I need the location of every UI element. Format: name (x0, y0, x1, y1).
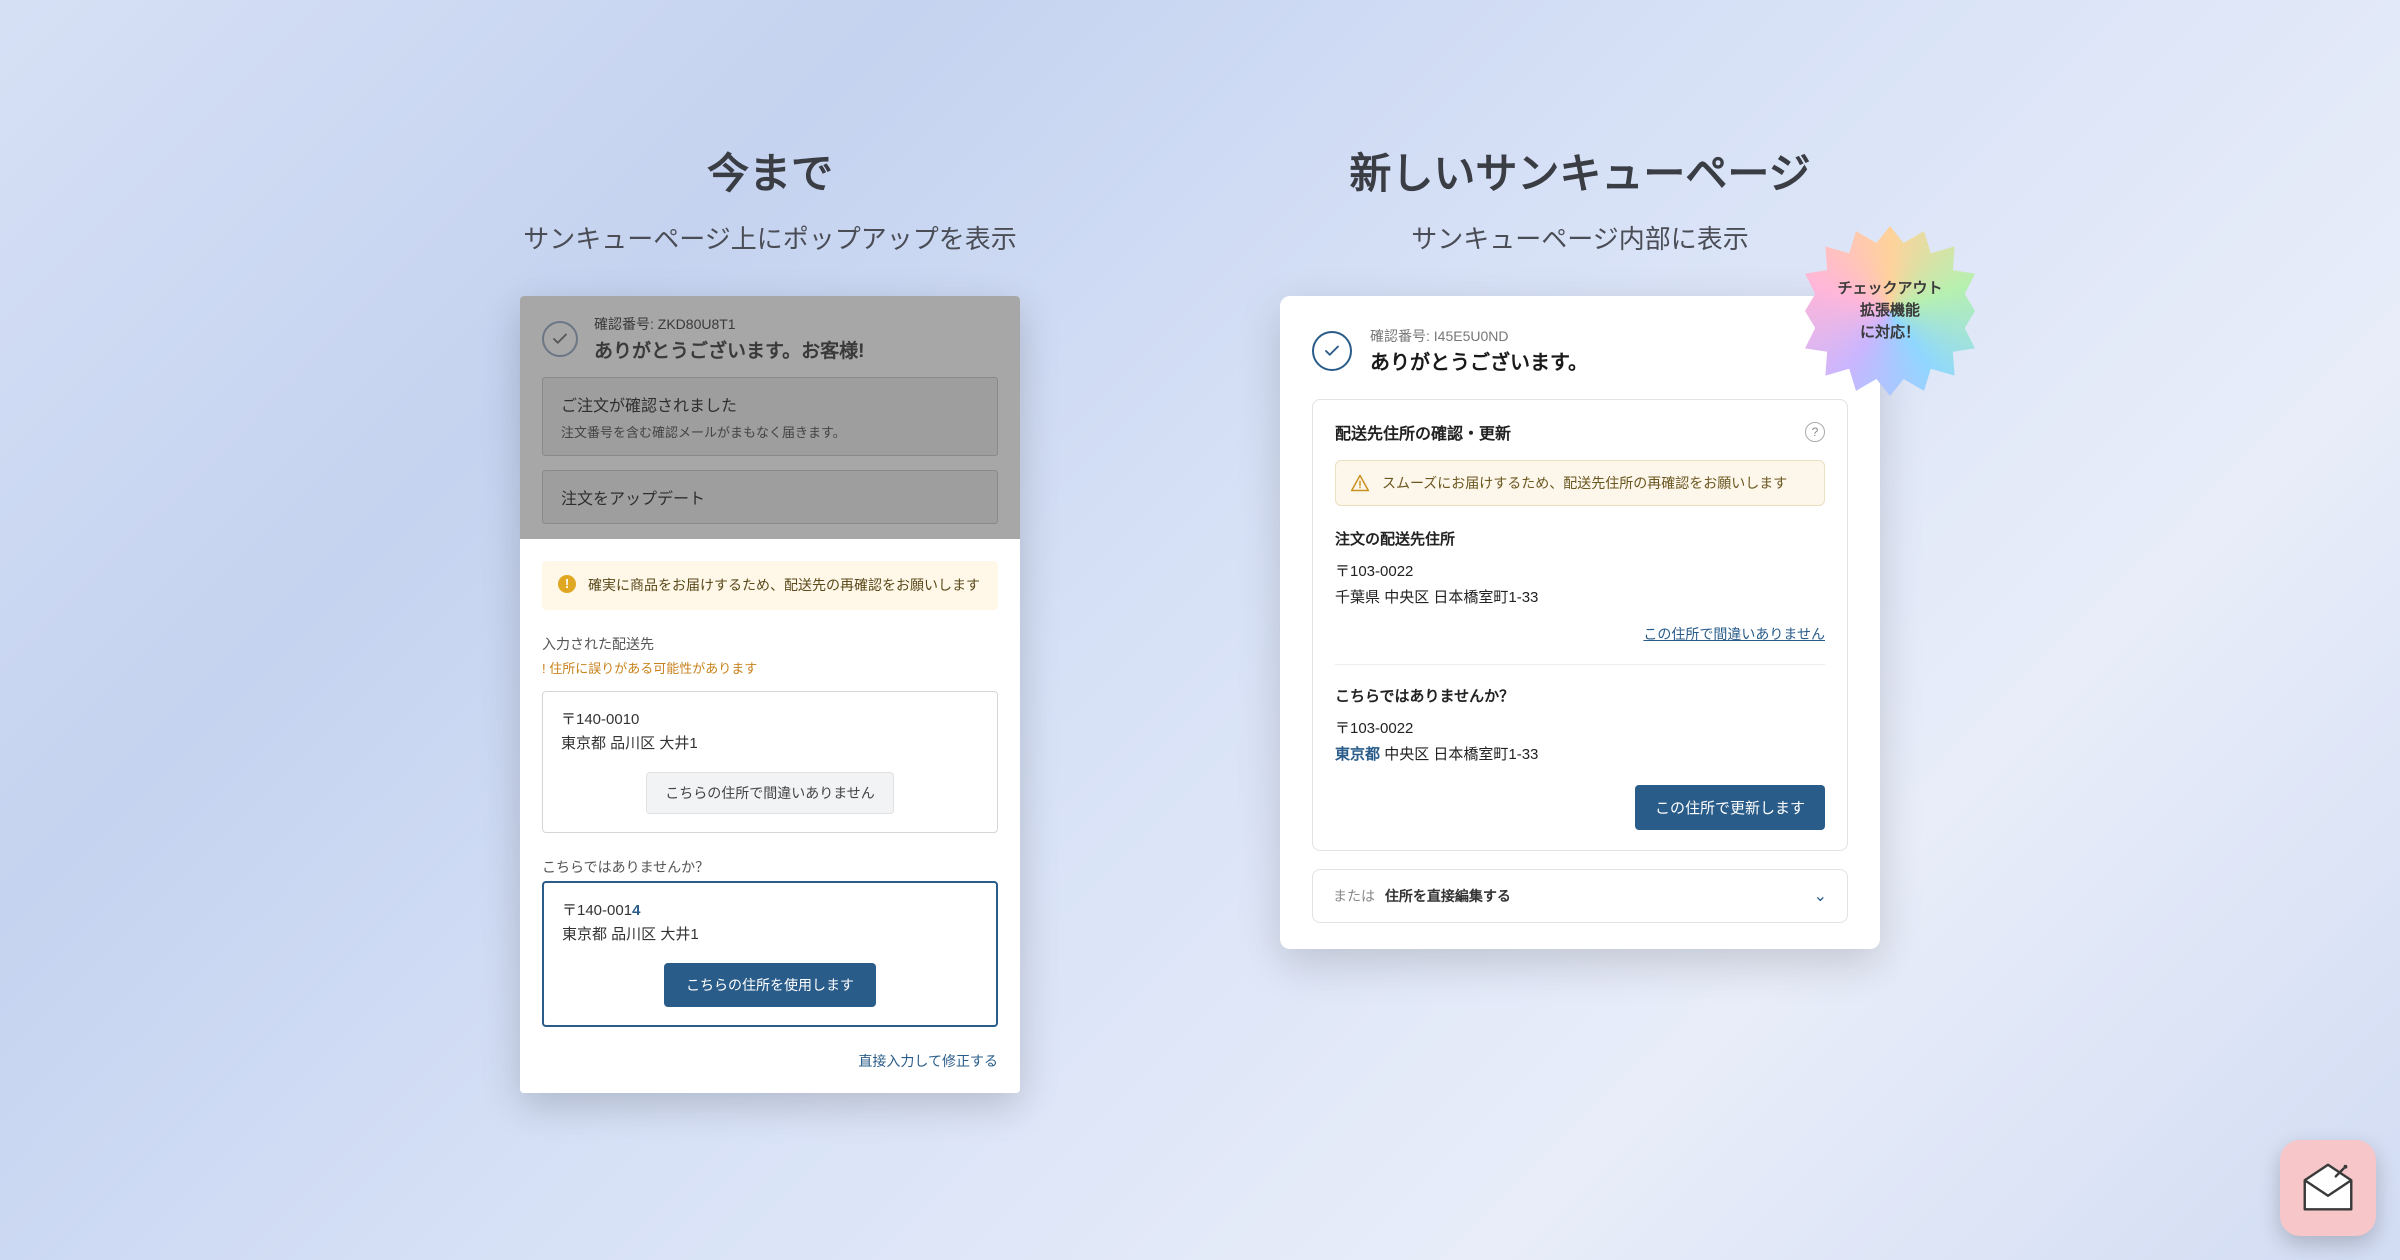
update-to-this-address-button[interactable]: この住所で更新します (1635, 785, 1825, 830)
order-postal: 〒103-0022 (1335, 559, 1825, 585)
suggested-address-box: 〒140-0014 東京都 品川区 大井1 こちらの住所を使用します (542, 881, 998, 1027)
legacy-card-dimmed-area: 確認番号: ZKD80U8T1 ありがとうございます。お客様! ご注文が確認され… (520, 296, 1020, 539)
suggested-address: 東京都 品川区 大井1 (562, 923, 978, 947)
expander-label: 住所を直接編集する (1385, 888, 1511, 904)
badge-line-2: 拡張機能 (1837, 300, 1942, 322)
warning-banner: スムーズにお届けするため、配送先住所の再確認をお願いします (1335, 460, 1825, 506)
chevron-down-icon: ⌄ (1814, 886, 1827, 906)
left-column-subtitle: サンキューページ上にポップアップを表示 (523, 219, 1016, 256)
order-address-section-title: 注文の配送先住所 (1335, 528, 1825, 549)
address-verify-panel: 配送先住所の確認・更新 ? スムーズにお届けするため、配送先住所の再確認をお願い… (1312, 399, 1848, 851)
postal-diff-highlight: 4 (632, 902, 640, 919)
suggested-postal: 〒103-0022 (1335, 716, 1825, 742)
legacy-thankyou-card: 確認番号: ZKD80U8T1 ありがとうございます。お客様! ご注文が確認され… (520, 296, 1020, 1093)
thank-you-heading: ありがとうございます。 (1370, 346, 1588, 375)
order-update-title: 注文をアップデート (561, 485, 979, 509)
prefecture-diff-highlight: 東京都 (1335, 746, 1380, 763)
confirmation-number: 確認番号: I45E5U0ND (1370, 326, 1588, 346)
right-column-title: 新しいサンキューページ (1349, 140, 1810, 201)
order-confirmed-sub: 注文番号を含む確認メールがまもなく届きます。 (561, 422, 979, 441)
order-address: 千葉県 中央区 日本橋室町1-33 (1335, 585, 1825, 611)
entered-address-box: 〒140-0010 東京都 品川区 大井1 こちらの住所で間違いありません (542, 691, 998, 833)
divider (1335, 664, 1825, 665)
entered-address: 東京都 品川区 大井1 (561, 732, 979, 756)
suggested-address-label: こちらではありませんか？ (542, 857, 998, 877)
left-column-title: 今まで (707, 140, 833, 201)
checkout-extension-badge: チェックアウト 拡張機能 に対応！ (1805, 226, 1975, 396)
checkmark-icon (542, 321, 578, 357)
entered-address-warning: ! 住所に誤りがある可能性があります (542, 658, 998, 677)
use-suggested-address-button[interactable]: こちらの住所を使用します (664, 963, 876, 1007)
order-confirmed-title: ご注文が確認されました (561, 392, 979, 416)
manual-edit-link[interactable]: 直接入力して修正する (858, 1053, 998, 1069)
app-logo (2280, 1140, 2376, 1236)
new-thankyou-card: 確認番号: I45E5U0ND ありがとうございます。 配送先住所の確認・更新 … (1280, 296, 1880, 949)
suggested-postal: 〒140-0014 (562, 899, 978, 923)
confirm-entered-address-button[interactable]: こちらの住所で間違いありません (646, 772, 894, 814)
entered-address-label: 入力された配送先 (542, 634, 998, 654)
manual-edit-expander[interactable]: または 住所を直接編集する ⌄ (1312, 869, 1848, 923)
warning-text: 確実に商品をお届けするため、配送先の再確認をお願いします (588, 575, 980, 596)
warning-icon: ! (558, 575, 576, 593)
warning-triangle-icon (1350, 473, 1370, 493)
right-column-subtitle: サンキューページ内部に表示 (1411, 219, 1748, 256)
badge-line-3: に対応！ (1837, 322, 1942, 344)
badge-line-1: チェックアウト (1837, 278, 1942, 300)
confirmation-number: 確認番号: ZKD80U8T1 (594, 314, 864, 334)
thank-you-heading: ありがとうございます。お客様! (594, 336, 864, 363)
panel-title: 配送先住所の確認・更新 (1335, 420, 1511, 444)
suggested-section-title: こちらではありませんか？ (1335, 685, 1825, 706)
address-correct-link[interactable]: この住所で間違いありません (1643, 626, 1825, 642)
expander-lead: または (1333, 888, 1375, 904)
warning-banner: ! 確実に商品をお届けするため、配送先の再確認をお願いします (542, 561, 998, 610)
warning-text: スムーズにお届けするため、配送先住所の再確認をお願いします (1382, 473, 1787, 493)
help-icon[interactable]: ? (1805, 422, 1825, 442)
checkmark-icon (1312, 331, 1352, 371)
suggested-address: 東京都 中央区 日本橋室町1-33 (1335, 742, 1825, 768)
entered-postal: 〒140-0010 (561, 708, 979, 732)
